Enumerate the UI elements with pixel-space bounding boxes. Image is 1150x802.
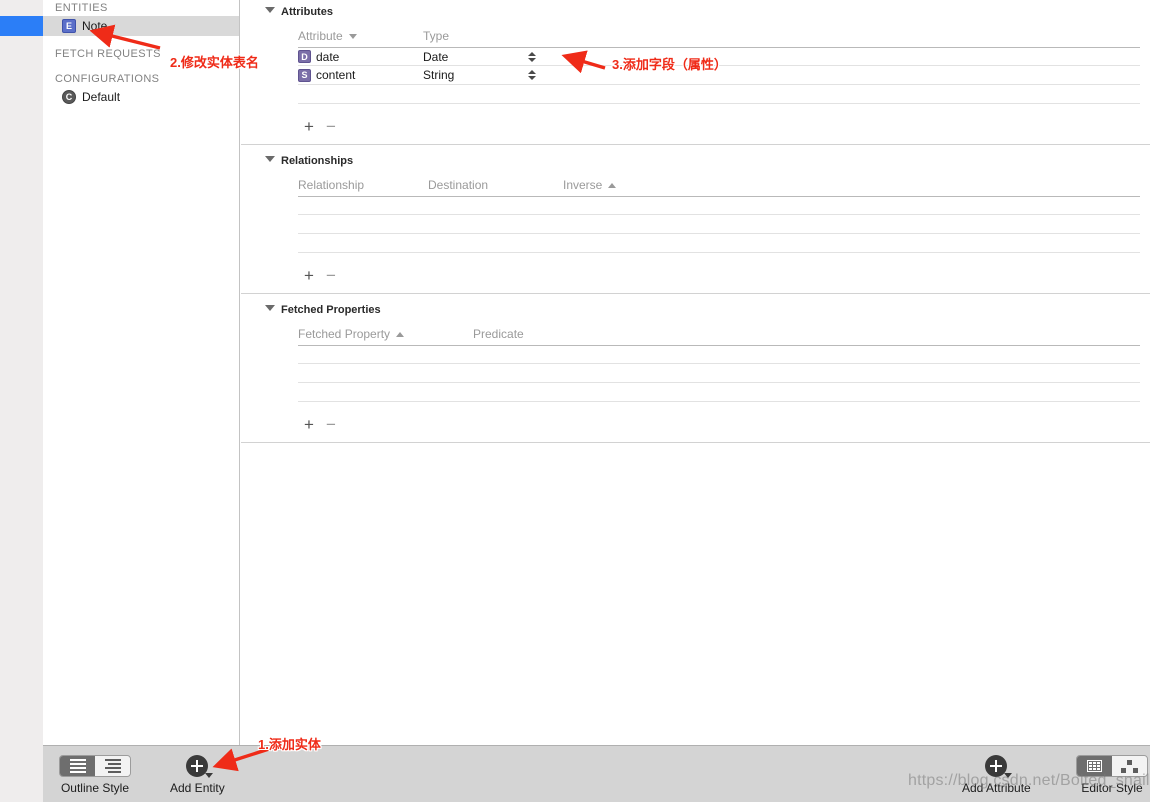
column-header-fetched-property[interactable]: Fetched Property — [298, 327, 473, 341]
string-type-icon: S — [298, 68, 311, 82]
annotation-step-1: 1.添加实体 — [258, 737, 322, 753]
relationships-section-title: Relationships — [281, 155, 354, 167]
chevron-down-icon[interactable] — [205, 773, 214, 778]
toolbar-left-pad — [0, 745, 43, 802]
disclosure-triangle-icon[interactable] — [265, 156, 275, 162]
attribute-name: content — [316, 68, 356, 82]
type-stepper-icon[interactable] — [527, 68, 536, 82]
attributes-section-title: Attributes — [281, 6, 333, 18]
remove-fetched-property-button[interactable]: − — [320, 415, 342, 435]
type-stepper-icon[interactable] — [527, 50, 536, 64]
add-entity-icon-wrap[interactable] — [186, 755, 214, 778]
column-header-type[interactable]: Type — [423, 29, 623, 43]
column-header-destination[interactable]: Destination — [428, 178, 563, 192]
configuration-icon: C — [62, 90, 76, 104]
table-row-empty[interactable] — [298, 345, 1140, 364]
column-header-attribute[interactable]: Attribute — [298, 29, 423, 43]
disclosure-triangle-icon[interactable] — [265, 7, 275, 13]
add-attribute-button[interactable]: + — [298, 117, 320, 137]
attribute-type: Date — [423, 49, 449, 64]
outline-style-control[interactable]: Outline Style — [59, 755, 131, 795]
outline-style-label: Outline Style — [60, 781, 130, 795]
sort-ascending-icon — [396, 331, 405, 337]
outline-style-segmented-control[interactable] — [59, 755, 131, 777]
attributes-table-header: Attribute Type — [298, 25, 1140, 47]
fetched-properties-section-header[interactable]: Fetched Properties — [241, 303, 1150, 317]
disclosure-triangle-icon[interactable] — [265, 305, 275, 311]
attribute-name: date — [316, 49, 340, 64]
remove-relationship-button[interactable]: − — [320, 266, 342, 286]
attribute-name-cell[interactable]: S content — [298, 68, 423, 82]
table-row-empty[interactable] — [298, 364, 1140, 383]
annotation-step-3: 3.添加字段（属性） — [612, 57, 728, 73]
sort-descending-icon — [348, 33, 357, 39]
fetched-properties-section-title: Fetched Properties — [281, 304, 381, 316]
column-header-relationship[interactable]: Relationship — [298, 178, 428, 192]
attribute-name-cell[interactable]: D date — [298, 50, 423, 64]
table-row-empty[interactable] — [298, 234, 1140, 253]
watermark-text: https://blog.csdn.net/Bolted_snail — [908, 772, 1150, 789]
relationships-section-header[interactable]: Relationships — [241, 154, 1150, 168]
section-divider — [241, 442, 1150, 443]
section-divider — [241, 144, 1150, 145]
add-fetched-property-button[interactable]: + — [298, 415, 320, 435]
annotation-arrow-3 — [561, 50, 606, 74]
add-relationship-button[interactable]: + — [298, 266, 320, 286]
left-gutter — [0, 0, 43, 745]
sort-ascending-icon — [608, 182, 617, 188]
relationships-table: Relationship Destination Inverse — [298, 174, 1140, 253]
date-type-icon: D — [298, 50, 311, 63]
sidebar-group-entities-label: ENTITIES — [55, 2, 108, 14]
relationships-table-header: Relationship Destination Inverse — [298, 174, 1140, 196]
relationships-section: Relationships Relationship Destination I… — [241, 154, 1150, 294]
table-row-empty[interactable] — [298, 215, 1140, 234]
add-entity-label: Add Entity — [170, 781, 225, 795]
entity-icon: E — [62, 19, 76, 33]
outline-style-hierarchical-icon[interactable] — [95, 756, 130, 776]
attributes-section-header[interactable]: Attributes — [241, 5, 1150, 19]
table-row-empty[interactable] — [298, 85, 1140, 104]
fetched-properties-table-header: Fetched Property Predicate — [298, 323, 1140, 345]
column-header-inverse[interactable]: Inverse — [563, 178, 683, 192]
attributes-add-remove-controls: + − — [241, 117, 1150, 137]
gutter-selection-bar — [0, 16, 43, 36]
attributes-section: Attributes Attribute Type D date Date S … — [241, 5, 1150, 145]
table-row-empty[interactable] — [298, 383, 1140, 402]
sidebar-item-default[interactable]: C Default — [43, 87, 239, 107]
attribute-type: String — [423, 68, 455, 82]
sidebar-group-configurations-label: CONFIGURATIONS — [55, 73, 160, 85]
outline-style-flat-icon[interactable] — [60, 756, 95, 776]
annotation-step-2: 2.修改实体表名 — [170, 55, 260, 71]
column-header-predicate[interactable]: Predicate — [473, 327, 633, 341]
entities-sidebar: ENTITIES E Note FETCH REQUESTS CONFIGURA… — [43, 0, 240, 745]
table-row-empty[interactable] — [298, 196, 1140, 215]
fetched-properties-section: Fetched Properties Fetched Property Pred… — [241, 303, 1150, 443]
sidebar-item-label: Default — [82, 90, 121, 104]
remove-attribute-button[interactable]: − — [320, 117, 342, 137]
section-divider — [241, 293, 1150, 294]
fetched-properties-add-remove-controls: + − — [241, 415, 1150, 435]
fetched-properties-table: Fetched Property Predicate — [298, 323, 1140, 402]
xcode-core-data-editor: ENTITIES E Note FETCH REQUESTS CONFIGURA… — [0, 0, 1150, 802]
annotation-arrow-2 — [89, 24, 161, 50]
entity-detail-pane: Attributes Attribute Type D date Date S … — [241, 0, 1150, 745]
relationships-add-remove-controls: + − — [241, 266, 1150, 286]
